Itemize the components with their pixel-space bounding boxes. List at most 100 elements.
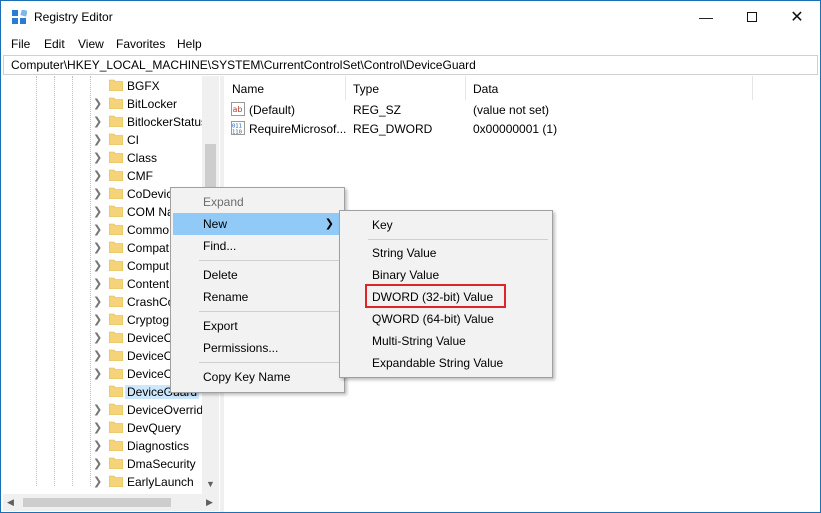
tree-item[interactable]: ❯ Diagnostics [3, 437, 203, 455]
folder-icon [109, 169, 123, 181]
folder-icon [109, 151, 123, 163]
expand-chevron-icon[interactable]: ❯ [93, 331, 102, 344]
menu-item-permissions[interactable]: Permissions... [173, 337, 342, 359]
address-path: Computer\HKEY_LOCAL_MACHINE\SYSTEM\Curre… [11, 58, 476, 72]
folder-icon [109, 259, 123, 271]
folder-icon [109, 295, 123, 307]
tree-item-label: DeviceC [127, 331, 173, 345]
expand-chevron-icon[interactable]: ❯ [93, 439, 102, 452]
menu-view[interactable]: View [78, 37, 104, 51]
submenu-item-qword-value[interactable]: QWORD (64-bit) Value [342, 308, 550, 330]
expand-chevron-icon[interactable]: ❯ [93, 475, 102, 488]
menu-item-rename[interactable]: Rename [173, 286, 342, 308]
tree-item-label: DeviceC [127, 367, 173, 381]
menu-item-expand: Expand [203, 195, 244, 209]
value-name: RequireMicrosof... [249, 122, 347, 136]
expand-chevron-icon[interactable]: ❯ [93, 187, 102, 200]
menu-item-export[interactable]: Export [173, 315, 342, 337]
menu-item-new[interactable]: New ❯ [173, 213, 342, 235]
tree-item-label: CrashCo [127, 295, 175, 309]
submenu-item-multi-string-value[interactable]: Multi-String Value [342, 330, 550, 352]
expand-chevron-icon[interactable]: ❯ [93, 367, 102, 380]
maximize-button[interactable] [729, 1, 775, 33]
expand-chevron-icon[interactable]: ❯ [93, 259, 102, 272]
tree-item-label: BGFX [127, 79, 160, 93]
value-row[interactable]: 011 110 RequireMicrosof... REG_DWORD 0x0… [225, 120, 819, 138]
close-button[interactable]: ✕ [774, 1, 820, 33]
address-bar[interactable]: Computer\HKEY_LOCAL_MACHINE\SYSTEM\Curre… [3, 55, 818, 75]
tree-item[interactable]: ❯ DeviceOverrid [3, 401, 203, 419]
tree-item[interactable]: ❯ DevQuery [3, 419, 203, 437]
tree-item[interactable]: ❯ EarlyLaunch [3, 473, 203, 491]
tree-item[interactable]: ❯ Class [3, 149, 203, 167]
expand-chevron-icon[interactable]: ❯ [93, 421, 102, 434]
folder-icon [109, 223, 123, 235]
tree-item[interactable]: ❯ BitLocker [3, 95, 203, 113]
expand-chevron-icon[interactable]: ❯ [93, 277, 102, 290]
tree-item-label: Commo [127, 223, 170, 237]
submenu-item-string-value[interactable]: String Value [342, 242, 550, 264]
tree-item-label: CMF [127, 169, 153, 183]
menu-separator [199, 260, 339, 261]
expand-chevron-icon[interactable]: ❯ [93, 313, 102, 326]
menu-item-copy-key-name[interactable]: Copy Key Name [173, 366, 342, 388]
folder-icon [109, 421, 123, 433]
scroll-left-arrow-icon[interactable]: ◀ [7, 497, 14, 508]
tree-item-label: Content [127, 277, 170, 291]
tree-item[interactable]: ❯ CI [3, 131, 203, 149]
folder-icon [109, 241, 123, 253]
column-header-name[interactable]: Name [225, 76, 346, 100]
svg-text:ab: ab [233, 105, 243, 114]
column-header-type[interactable]: Type [346, 76, 466, 100]
registry-editor-window: Registry Editor — ✕ File Edit View Favor… [0, 0, 821, 513]
tree-item[interactable]: ❯ DmaSecurity [3, 455, 203, 473]
expand-chevron-icon[interactable]: ❯ [93, 115, 102, 128]
tree-item-label: CoDevic [127, 187, 173, 201]
expand-chevron-icon[interactable]: ❯ [93, 295, 102, 308]
submenu-item-expandable-string-value[interactable]: Expandable String Value [342, 352, 550, 374]
tree-item-label: DeviceC [127, 349, 173, 363]
tree-item-label: Compat [127, 241, 170, 255]
menu-item-delete[interactable]: Delete [173, 264, 342, 286]
tree-item-label: EarlyLaunch [127, 475, 194, 489]
tree-item[interactable]: ❯ BitlockerStatus [3, 113, 207, 131]
close-icon: ✕ [790, 9, 804, 26]
expand-chevron-icon[interactable]: ❯ [93, 403, 102, 416]
scroll-right-arrow-icon[interactable]: ▶ [206, 497, 213, 508]
minimize-button[interactable]: — [683, 1, 729, 33]
folder-icon [109, 475, 123, 487]
expand-chevron-icon[interactable]: ❯ [93, 97, 102, 110]
annotation-highlight-box [365, 284, 506, 308]
svg-text:110: 110 [232, 130, 242, 136]
menu-item-find[interactable]: Find... [173, 235, 342, 257]
value-row[interactable]: ab (Default) REG_SZ (value not set) [225, 101, 819, 119]
folder-icon [109, 205, 123, 217]
menu-edit[interactable]: Edit [44, 37, 65, 51]
folder-icon [109, 277, 123, 289]
expand-chevron-icon[interactable]: ❯ [93, 133, 102, 146]
submenu-item-key[interactable]: Key [342, 214, 550, 236]
menu-file[interactable]: File [11, 37, 30, 51]
submenu-item-binary-value[interactable]: Binary Value [342, 264, 550, 286]
column-header-data[interactable]: Data [466, 76, 753, 100]
expand-chevron-icon[interactable]: ❯ [93, 349, 102, 362]
scroll-down-arrow-icon[interactable]: ▼ [206, 479, 215, 489]
expand-chevron-icon[interactable]: ❯ [93, 223, 102, 236]
tree-horizontal-scrollbar[interactable]: ◀ ▶ [3, 494, 219, 511]
expand-chevron-icon[interactable]: ❯ [93, 151, 102, 164]
expand-chevron-icon[interactable]: ❯ [93, 241, 102, 254]
expand-chevron-icon[interactable]: ❯ [93, 457, 102, 470]
menu-favorites[interactable]: Favorites [116, 37, 165, 51]
expand-chevron-icon[interactable]: ❯ [93, 205, 102, 218]
tree-item-label: CI [127, 133, 139, 147]
menu-item-new-label: New [203, 217, 228, 231]
expand-chevron-icon[interactable]: ❯ [93, 169, 102, 182]
tree-item[interactable]: ❯ CMF [3, 167, 203, 185]
folder-icon [109, 367, 123, 379]
tree-item-label: Class [127, 151, 158, 165]
folder-icon [109, 133, 123, 145]
menu-help[interactable]: Help [177, 37, 202, 51]
tree-item[interactable]: BGFX [3, 77, 203, 95]
title-bar: Registry Editor — ✕ [1, 1, 820, 33]
tree-hscroll-thumb[interactable] [23, 498, 171, 507]
